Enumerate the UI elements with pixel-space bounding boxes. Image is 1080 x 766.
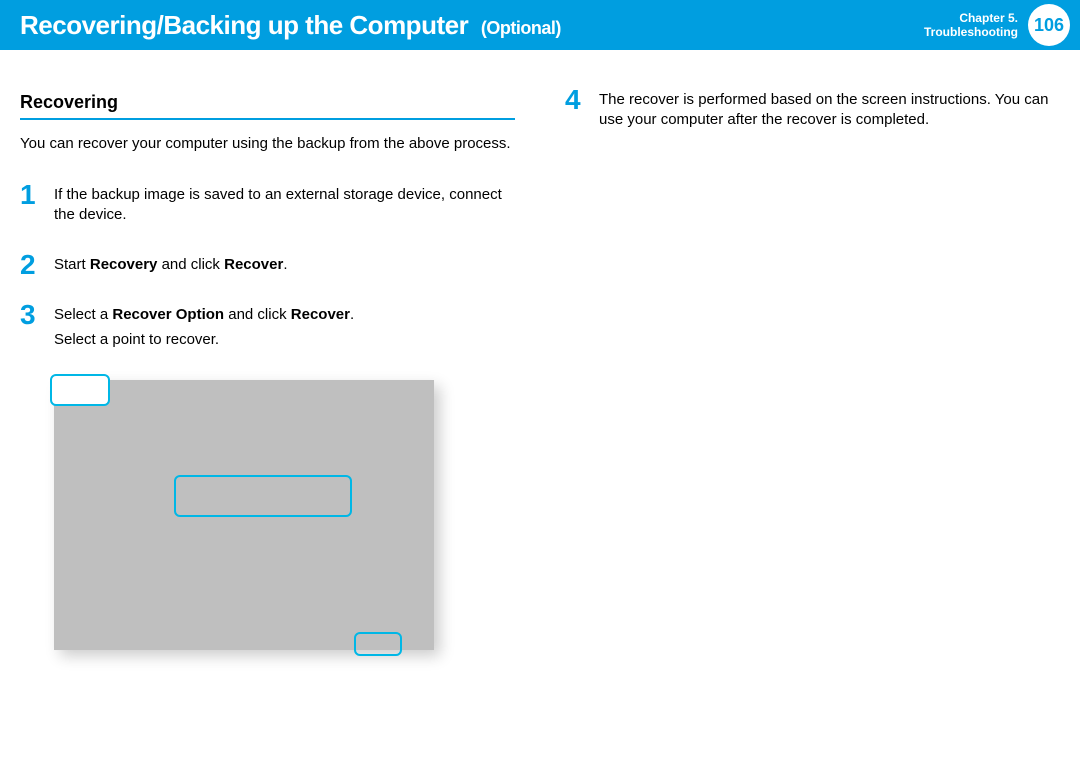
content-columns: Recovering You can recover your computer…: [0, 50, 1080, 650]
header-bar: Recovering/Backing up the Computer (Opti…: [0, 0, 1080, 50]
step-body: Select a Recover Option and click Recove…: [54, 305, 515, 354]
step-number: 3: [20, 301, 54, 329]
step-body: The recover is performed based on the sc…: [599, 90, 1060, 135]
right-column: 4 The recover is performed based on the …: [565, 90, 1060, 650]
header-right: Chapter 5. Troubleshooting 106: [924, 0, 1080, 50]
callout-box-center: [174, 475, 352, 517]
section-intro: You can recover your computer using the …: [20, 134, 515, 154]
step-body: Start Recovery and click Recover.: [54, 255, 515, 279]
step-number: 1: [20, 181, 54, 209]
page-title: Recovering/Backing up the Computer (Opti…: [20, 10, 561, 41]
step-3: 3 Select a Recover Option and click Reco…: [20, 305, 515, 354]
step-2: 2 Start Recovery and click Recover.: [20, 255, 515, 279]
step-text-line2: Select a point to recover.: [54, 330, 515, 350]
chapter-line2: Troubleshooting: [924, 25, 1018, 39]
callout-box-bottom-right: [354, 632, 402, 656]
step-1: 1 If the backup image is saved to an ext…: [20, 185, 515, 230]
title-suffix: (Optional): [481, 18, 561, 38]
chapter-block: Chapter 5. Troubleshooting: [924, 11, 1028, 40]
step-text: The recover is performed based on the sc…: [599, 90, 1060, 131]
step-text: Start Recovery and click Recover.: [54, 255, 515, 275]
step-number: 2: [20, 251, 54, 279]
left-column: Recovering You can recover your computer…: [20, 90, 515, 650]
step-text: Select a Recover Option and click Recove…: [54, 305, 515, 325]
title-main: Recovering/Backing up the Computer: [20, 10, 468, 40]
callout-box-top-left: [50, 374, 110, 406]
page-number: 106: [1034, 15, 1064, 36]
chapter-line1: Chapter 5.: [924, 11, 1018, 25]
screenshot-placeholder: [54, 380, 434, 650]
section-title: Recovering: [20, 90, 515, 120]
step-4: 4 The recover is performed based on the …: [565, 90, 1060, 135]
step-number: 4: [565, 86, 599, 114]
step-text: If the backup image is saved to an exter…: [54, 185, 515, 226]
step-body: If the backup image is saved to an exter…: [54, 185, 515, 230]
page: Recovering/Backing up the Computer (Opti…: [0, 0, 1080, 766]
page-number-badge: 106: [1028, 4, 1070, 46]
